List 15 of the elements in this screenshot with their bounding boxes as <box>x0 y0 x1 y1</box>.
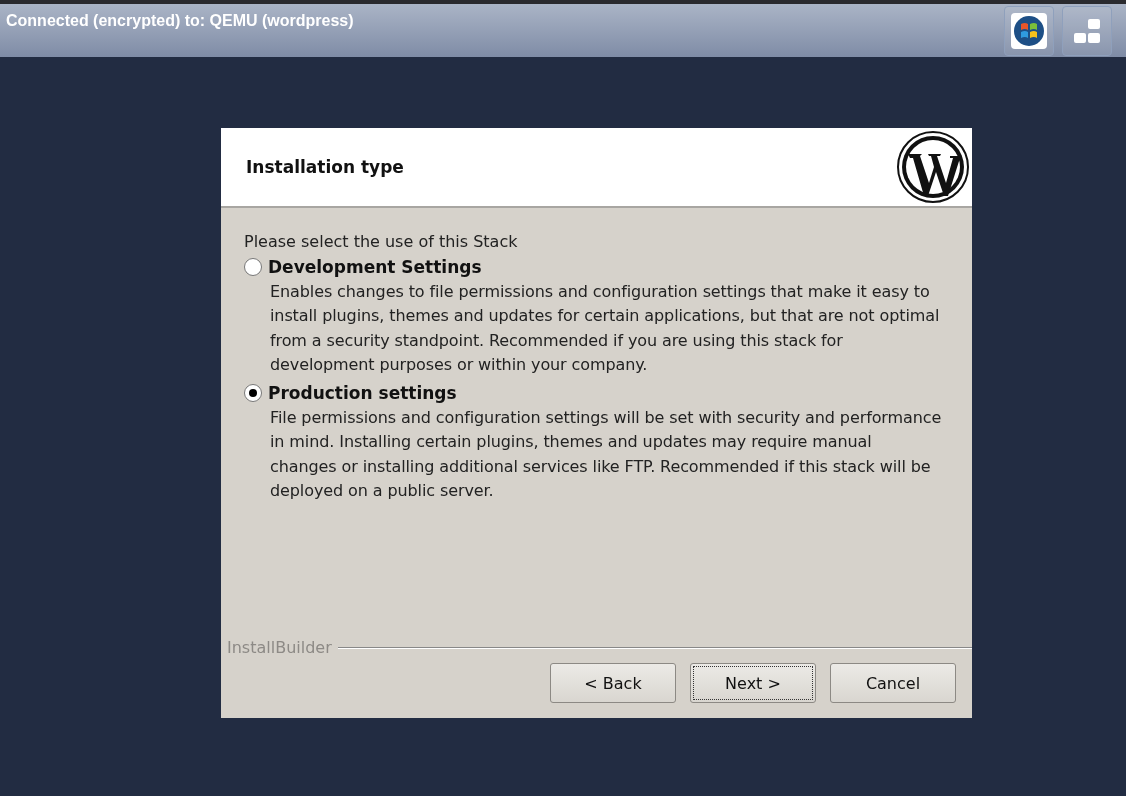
prompt-text: Please select the use of this Stack <box>244 232 519 251</box>
connection-title: Connected (encrypted) to: QEMU (wordpress) <box>6 12 354 30</box>
dialog-button[interactable]: Cancel <box>830 663 956 703</box>
dialog-button[interactable]: Next > <box>690 663 816 703</box>
option-description: File permissions and configuration settings will be set with security and performance in mind. Installing certain plugins, themes and updates may require manual changes or installing additional services like FTP. Recommended if this stack will be deployed on a public server. <box>270 407 942 503</box>
start-orb-icon[interactable] <box>1004 6 1054 56</box>
dialog-title: Installation type <box>246 157 404 177</box>
windows-layout-icon[interactable] <box>1062 6 1112 56</box>
radio-button[interactable] <box>244 258 262 276</box>
dialog-button[interactable]: < Back <box>550 663 676 703</box>
installbuilder-label: InstallBuilder <box>227 638 332 657</box>
radio-button[interactable] <box>244 384 262 403</box>
option-label[interactable]: Production settings <box>268 383 457 404</box>
option-label[interactable]: Development Settings <box>268 257 482 277</box>
option-description: Enables changes to file permissions and configuration settings that make it easy to install plugins, themes and updates for certain applications, but that are not optimal from a security standpoint. Recommended if you are using this stack for development purposes or within your company. <box>270 281 941 376</box>
